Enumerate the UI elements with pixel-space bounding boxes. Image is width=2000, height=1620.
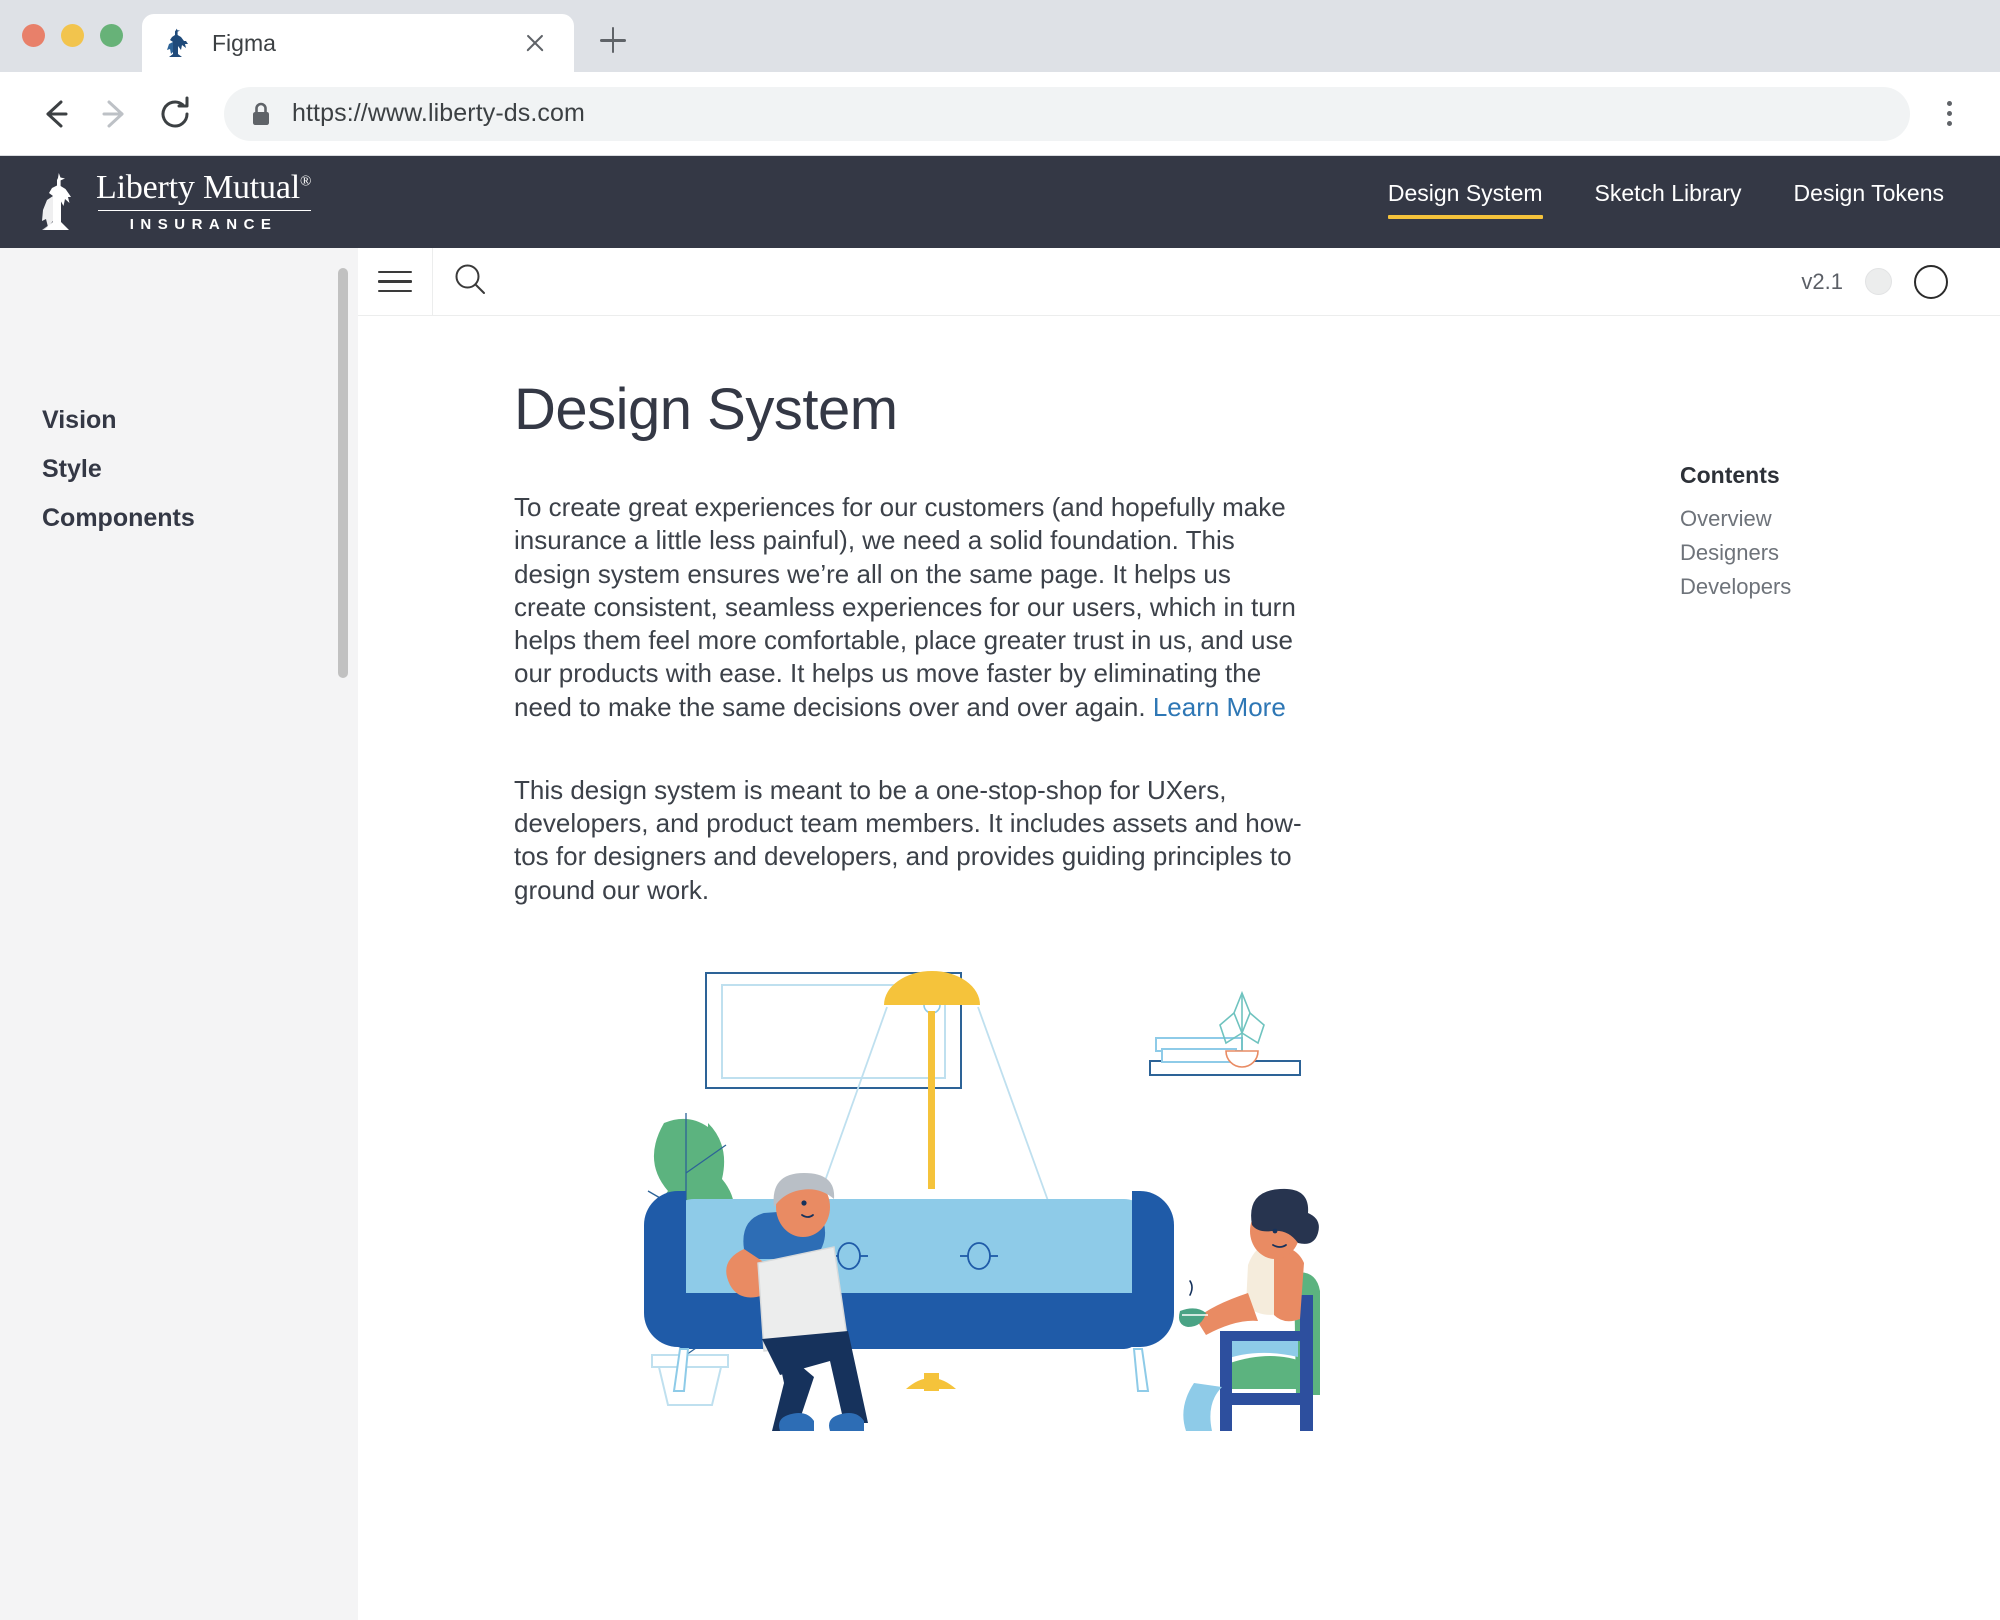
living-room-people-illustration [514, 963, 1628, 1438]
sidebar-item-components[interactable]: Components [0, 494, 358, 543]
tab-title: Figma [212, 29, 276, 56]
window-controls[interactable] [22, 24, 123, 47]
sidebar-item-style[interactable]: Style [0, 445, 358, 494]
contents-link-designers[interactable]: Designers [1680, 536, 1791, 570]
intro-paragraph-text: To create great experiences for our cust… [514, 492, 1296, 722]
maximize-window-button[interactable] [100, 24, 123, 47]
browser-window: Figma https://www.liberty-ds.com Liberty… [0, 0, 2000, 1620]
sidebar-scrollbar-thumb[interactable] [338, 268, 348, 678]
kebab-menu-icon[interactable] [1926, 91, 1972, 137]
page-title: Design System [514, 377, 898, 442]
nav-item-design-system[interactable]: Design System [1387, 180, 1543, 225]
browser-omnibar: https://www.liberty-ds.com [0, 72, 2000, 156]
minimize-window-button[interactable] [61, 24, 84, 47]
secondary-paragraph: This design system is meant to be a one-… [514, 774, 1302, 905]
lock-icon [250, 101, 272, 127]
close-window-button[interactable] [22, 24, 45, 47]
close-icon[interactable] [518, 26, 552, 60]
statue-of-liberty-logo-icon [38, 170, 84, 234]
new-tab-button[interactable] [592, 20, 632, 60]
hamburger-menu-button[interactable] [358, 248, 432, 316]
arrow-left-icon[interactable] [28, 87, 82, 141]
page-main: Design System To create great experience… [358, 376, 1628, 1438]
site-nav: Design System Sketch Library Design Toke… [1387, 180, 1944, 225]
content-area: v2.1 Design System To create great exper… [358, 247, 2000, 1620]
logo-divider [98, 209, 312, 212]
logo-wordmark: Liberty Mutual® [96, 168, 312, 206]
contents-link-developers[interactable]: Developers [1680, 570, 1791, 604]
logo-wordmark-group: Liberty Mutual® INSURANCE [96, 168, 312, 234]
contents-panel: Contents Overview Designers Developers [1628, 376, 1791, 1438]
logo-subtitle: INSURANCE [129, 216, 278, 234]
arrow-right-icon[interactable] [88, 87, 142, 141]
hamburger-menu-icon [378, 270, 412, 293]
reload-icon[interactable] [148, 87, 202, 141]
sidebar-item-vision[interactable]: Vision [0, 396, 358, 445]
version-label: v2.1 [1801, 268, 1843, 294]
search-icon [453, 262, 487, 301]
nav-item-design-tokens[interactable]: Design Tokens [1794, 180, 1944, 225]
app-body: Vision Style Components v2.1 Design Syst… [0, 247, 2000, 1620]
avatar-placeholder-icon[interactable] [1865, 268, 1892, 295]
content-toolbar: v2.1 [358, 247, 2000, 316]
site-header: Liberty Mutual® INSURANCE Design System … [0, 156, 2000, 248]
url-text: https://www.liberty-ds.com [292, 99, 585, 127]
page-content: Design System To create great experience… [358, 316, 2000, 1438]
learn-more-link[interactable]: Learn More [1153, 692, 1286, 722]
browser-tabstrip: Figma [0, 0, 2000, 72]
search-button[interactable] [433, 248, 507, 316]
avatar-outline-icon[interactable] [1914, 264, 1948, 299]
nav-item-sketch-library[interactable]: Sketch Library [1595, 180, 1742, 225]
registered-mark: ® [300, 173, 312, 190]
browser-tab[interactable]: Figma [142, 14, 574, 72]
liberty-mutual-logo[interactable]: Liberty Mutual® INSURANCE [38, 170, 311, 234]
statue-of-liberty-icon [164, 28, 190, 58]
contents-link-overview[interactable]: Overview [1680, 502, 1791, 536]
contents-title: Contents [1680, 462, 1780, 488]
intro-paragraph: To create great experiences for our cust… [514, 491, 1304, 724]
url-bar[interactable]: https://www.liberty-ds.com [224, 86, 1910, 141]
toolbar-right-group: v2.1 [1801, 264, 2000, 299]
sidebar-nav: Vision Style Components [0, 396, 358, 543]
sidebar-scrollbar[interactable] [338, 248, 348, 1620]
sidebar: Vision Style Components [0, 248, 358, 1620]
